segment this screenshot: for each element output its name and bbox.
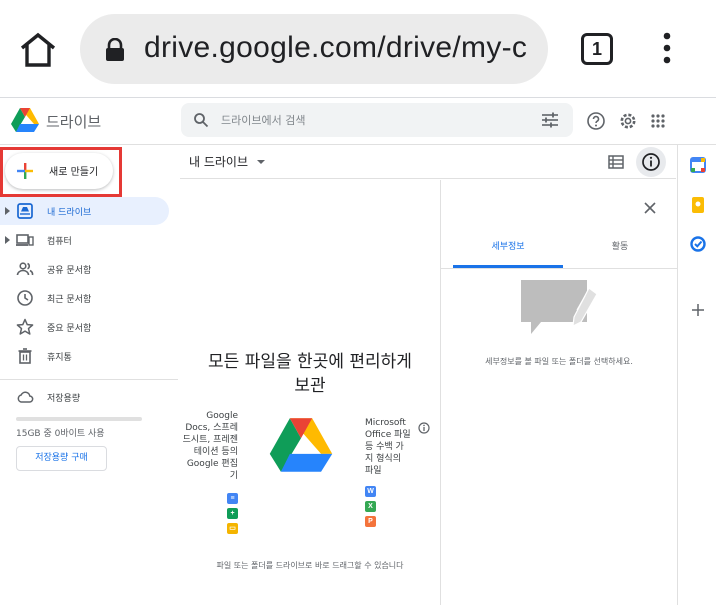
empty-state-title: 모든 파일을 한곳에 편리하게 보관 — [208, 352, 412, 396]
expand-caret-icon[interactable] — [5, 236, 10, 244]
clock-icon — [16, 289, 34, 307]
info-icon[interactable] — [418, 419, 430, 434]
home-icon[interactable] — [18, 32, 58, 68]
sidebar-item-label: 최근 문서함 — [47, 295, 92, 305]
drive-logo-icon[interactable] — [11, 107, 39, 133]
storage-meter — [16, 417, 142, 421]
help-icon[interactable] — [586, 111, 606, 131]
side-panel-rail — [677, 145, 716, 605]
main-content: 내 드라이브 모든 파일을 한곳에 편리하게 보관 Google Docs, 스… — [180, 145, 677, 605]
more-vert-icon[interactable] — [657, 30, 677, 70]
excel-icon: X — [365, 501, 376, 512]
star-icon — [16, 318, 34, 336]
details-panel: 세부정보 활동 세부정보를 볼 파일 또는 폴더를 선택하세요. — [440, 180, 677, 605]
list-view-icon[interactable] — [608, 154, 624, 169]
other-formats-text: Microsoft Office 파일 등 수백 가지 형식의 파일 — [365, 418, 411, 476]
details-hint: 세부정보를 볼 파일 또는 폴더를 선택하세요. — [485, 357, 633, 366]
sidebar-item-label: 컴퓨터 — [47, 237, 72, 247]
sidebar-item-shared[interactable]: 공유 문서함 — [0, 255, 169, 283]
sidebar-item-label: 중요 문서함 — [47, 324, 92, 334]
main-toolbar: 내 드라이브 — [180, 145, 676, 179]
trash-icon — [16, 347, 34, 365]
sidebar-divider — [0, 379, 178, 380]
sidebar-item-recent[interactable]: 최근 문서함 — [0, 284, 169, 312]
calendar-icon[interactable] — [690, 157, 706, 173]
add-icon[interactable] — [690, 302, 706, 318]
browser-toolbar: drive.google.com/drive/my-c 1 — [0, 0, 716, 98]
empty-state: 모든 파일을 한곳에 편리하게 보관 Google Docs, 스프레드시트, … — [180, 180, 440, 605]
powerpoint-icon: P — [365, 516, 376, 527]
google-editors-text: Google Docs, 스프레드시트, 프레젠테이션 등의 Google 편집… — [182, 411, 238, 481]
info-icon — [642, 153, 660, 171]
docs-icon: ≡ — [227, 493, 238, 504]
drive-header: 드라이브 — [0, 99, 716, 145]
close-icon[interactable] — [643, 200, 657, 214]
chevron-down-icon[interactable] — [257, 160, 265, 164]
sidebar-item-starred[interactable]: 중요 문서함 — [0, 313, 169, 341]
no-selection-illustration — [519, 278, 599, 338]
url-text: drive.google.com/drive/my-c — [144, 31, 528, 64]
apps-icon[interactable] — [648, 111, 668, 131]
search-input[interactable] — [221, 103, 521, 137]
tab-divider — [441, 268, 677, 269]
storage-label: 저장용량 — [47, 394, 81, 404]
sheets-icon: + — [227, 508, 238, 519]
storage-usage-text: 15GB 중 0바이트 사용 — [16, 429, 105, 439]
sidebar-item-storage[interactable]: 저장용량 — [0, 383, 169, 411]
sidebar-item-my-drive[interactable]: 내 드라이브 — [0, 197, 169, 225]
sidebar-item-trash[interactable]: 휴지통 — [0, 342, 169, 370]
tab-details[interactable]: 세부정보 — [453, 240, 563, 268]
drag-drop-hint: 파일 또는 폴더를 드라이브로 바로 드래그할 수 있습니다 — [216, 561, 404, 570]
word-icon: W — [365, 486, 376, 497]
expand-caret-icon[interactable] — [5, 207, 10, 215]
tab-activity[interactable]: 활동 — [563, 240, 677, 268]
slides-icon: ▭ — [227, 523, 238, 534]
keep-icon[interactable] — [690, 197, 706, 213]
sidebar-item-computers[interactable]: 컴퓨터 — [0, 226, 169, 254]
search-icon[interactable] — [193, 112, 209, 128]
address-bar[interactable]: drive.google.com/drive/my-c — [80, 14, 548, 84]
my-drive-icon — [16, 202, 34, 220]
drive-logo-icon — [268, 416, 334, 474]
tune-icon[interactable] — [541, 112, 559, 128]
highlight-box — [0, 147, 122, 197]
lock-icon — [104, 37, 126, 62]
settings-icon[interactable] — [618, 111, 638, 131]
computer-icon — [16, 231, 34, 249]
cloud-icon — [16, 388, 34, 406]
info-button[interactable] — [636, 147, 666, 177]
sidebar: 새로 만들기 내 드라이브 컴퓨터 공유 문서함 최근 문서함 중요 문서함 휴… — [0, 145, 178, 605]
sidebar-item-label: 내 드라이브 — [47, 208, 92, 218]
buy-storage-button[interactable]: 저장용량 구매 — [16, 446, 107, 471]
shared-icon — [16, 260, 34, 278]
tabs-icon[interactable]: 1 — [581, 33, 613, 65]
page-title[interactable]: 내 드라이브 — [189, 153, 248, 170]
tasks-icon[interactable] — [690, 236, 706, 252]
app-title: 드라이브 — [46, 114, 102, 131]
sidebar-item-label: 공유 문서함 — [47, 266, 92, 276]
search-bar[interactable] — [181, 103, 573, 137]
sidebar-item-label: 휴지통 — [47, 353, 72, 363]
